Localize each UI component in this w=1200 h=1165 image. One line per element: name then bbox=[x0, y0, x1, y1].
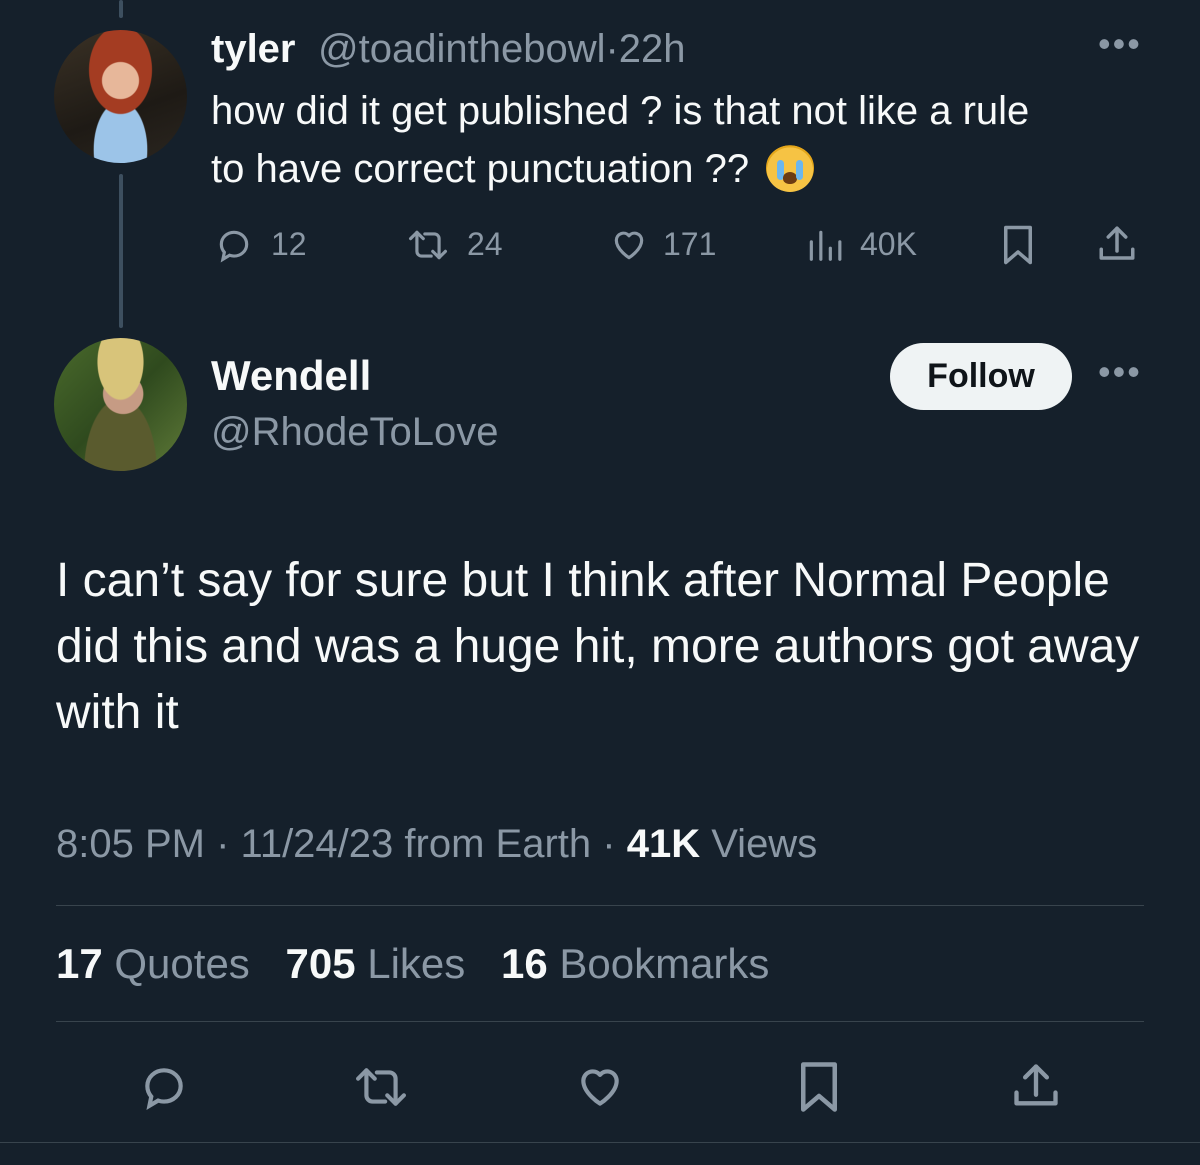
author-name[interactable]: Wendell bbox=[211, 352, 371, 400]
reply-icon[interactable] bbox=[136, 1062, 192, 1112]
parent-author-handle[interactable]: @toadinthebowl bbox=[318, 27, 605, 71]
views-count: 40K bbox=[860, 226, 917, 262]
likes-stat[interactable]: 705 Likes bbox=[285, 940, 465, 987]
bookmark-icon[interactable] bbox=[796, 1060, 842, 1114]
follow-button[interactable]: Follow bbox=[890, 343, 1072, 410]
reply-count: 12 bbox=[271, 226, 307, 262]
quotes-count: 17 bbox=[56, 940, 103, 987]
more-icon[interactable]: ••• bbox=[1098, 354, 1142, 390]
bookmarks-count: 16 bbox=[500, 940, 548, 987]
likes-count: 705 bbox=[285, 940, 356, 987]
likes-label: Likes bbox=[367, 940, 466, 987]
heart-icon[interactable] bbox=[608, 226, 650, 264]
reply-icon[interactable] bbox=[214, 226, 254, 264]
retweet-icon[interactable] bbox=[350, 1062, 412, 1112]
author-handle[interactable]: @RhodeToLove bbox=[211, 410, 498, 455]
share-icon[interactable] bbox=[1010, 1058, 1062, 1114]
parent-timestamp[interactable]: 22h bbox=[619, 27, 686, 71]
divider bbox=[56, 1021, 1144, 1022]
heart-icon[interactable] bbox=[572, 1062, 628, 1112]
parent-tweet-text: how did it get published ? is that not l… bbox=[211, 82, 1031, 198]
views-icon[interactable] bbox=[804, 226, 844, 264]
tweet-meta: 8:05 PM · 11/24/23 from Earth · 41K View… bbox=[56, 822, 817, 867]
divider bbox=[0, 1142, 1200, 1143]
parent-author-meta[interactable]: @toadinthebowl·22h bbox=[318, 27, 686, 72]
tweet-location: from Earth bbox=[404, 822, 592, 866]
loudly-crying-face-icon bbox=[766, 144, 815, 192]
parent-separator: · bbox=[605, 27, 619, 71]
quotes-label: Quotes bbox=[114, 940, 250, 987]
thread-line-top bbox=[119, 0, 123, 18]
retweet-icon[interactable] bbox=[404, 226, 452, 264]
meta-separator: · bbox=[602, 822, 616, 866]
bookmark-icon[interactable] bbox=[1000, 224, 1036, 266]
bookmarks-stat[interactable]: 16 Bookmarks bbox=[501, 940, 769, 987]
thread-line bbox=[119, 174, 123, 328]
retweet-count: 24 bbox=[467, 226, 503, 262]
meta-separator: · bbox=[216, 822, 230, 866]
avatar-wendell[interactable] bbox=[54, 338, 187, 471]
parent-tweet-body: how did it get published ? is that not l… bbox=[211, 89, 1030, 191]
avatar-tyler[interactable] bbox=[54, 30, 187, 163]
tweet-date[interactable]: 11/24/23 bbox=[241, 822, 394, 866]
share-icon[interactable] bbox=[1096, 222, 1138, 266]
views-label: Views bbox=[711, 822, 818, 866]
divider bbox=[56, 905, 1144, 906]
engagement-stats: 17 Quotes 705 Likes 16 Bookmarks bbox=[56, 940, 793, 988]
views-count: 41K bbox=[626, 822, 701, 866]
quotes-stat[interactable]: 17 Quotes bbox=[56, 940, 250, 987]
tweet-text: I can’t say for sure but I think after N… bbox=[56, 554, 1140, 739]
tweet-time[interactable]: 8:05 PM bbox=[56, 822, 205, 866]
bookmarks-label: Bookmarks bbox=[559, 940, 770, 987]
more-icon[interactable]: ••• bbox=[1098, 26, 1142, 62]
like-count: 171 bbox=[663, 226, 717, 262]
parent-author-name[interactable]: tyler bbox=[211, 27, 296, 72]
